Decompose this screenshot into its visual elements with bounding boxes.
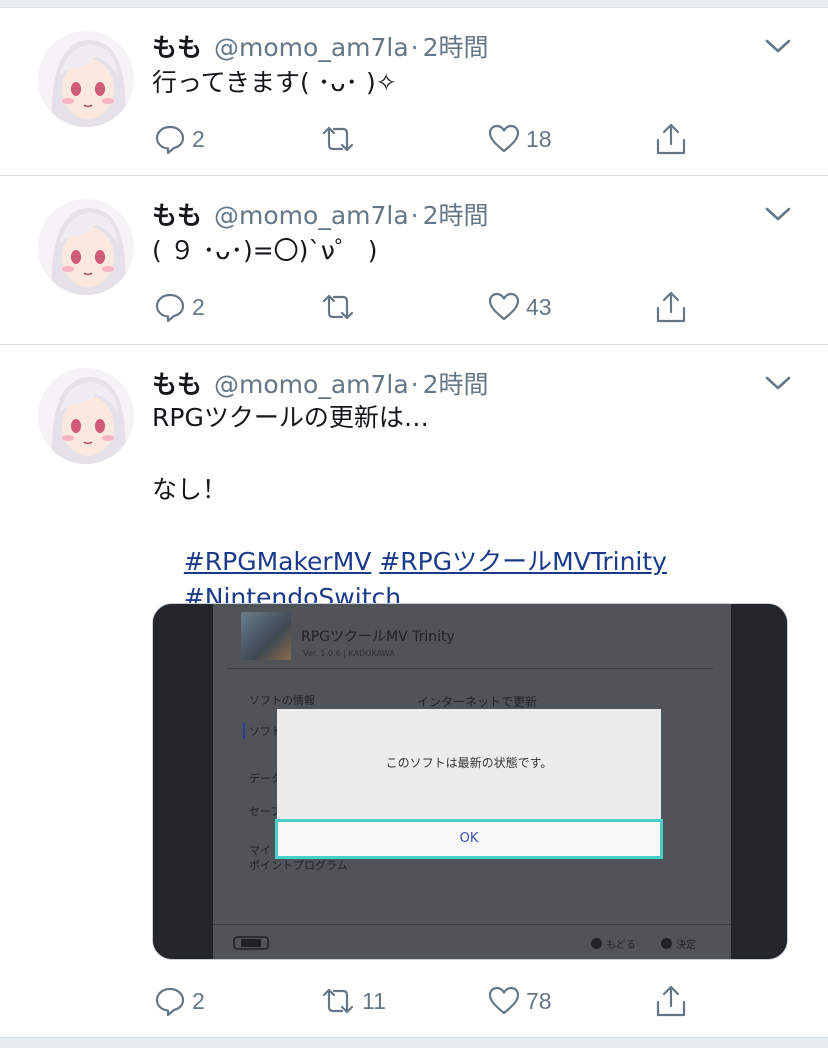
media-menu-item: ソフトの情報 bbox=[249, 694, 315, 707]
timestamp[interactable]: 2時間 bbox=[423, 365, 489, 401]
reply-count: 2 bbox=[192, 987, 205, 1014]
tweet-header: もも @momo_am7la · 2時間 bbox=[152, 28, 489, 62]
like-button[interactable]: 43 bbox=[488, 287, 552, 327]
tweet-media-image[interactable]: RPGツクールMV Trinity Ver. 1.0.6 | KADOKAWA … bbox=[152, 603, 788, 960]
media-footer-divider bbox=[213, 924, 731, 925]
separator-dot: · bbox=[410, 33, 419, 62]
retweet-button[interactable] bbox=[320, 119, 362, 159]
heart-icon bbox=[488, 292, 520, 321]
like-count: 43 bbox=[526, 293, 552, 320]
timestamp[interactable]: 2時間 bbox=[423, 28, 489, 64]
media-settings-panel: RPGツクールMV Trinity Ver. 1.0.6 | KADOKAWA … bbox=[213, 604, 731, 959]
user-handle[interactable]: @momo_am7la bbox=[214, 370, 409, 399]
tweet-2[interactable]: もも @momo_am7la · 2時間 ( ９ ･ᴗ･)=〇)`ν゜ ) 2 … bbox=[0, 177, 828, 345]
media-game-title: RPGツクールMV Trinity bbox=[301, 629, 455, 645]
like-count: 78 bbox=[526, 987, 552, 1014]
retweet-count: 11 bbox=[362, 987, 386, 1014]
retweet-icon bbox=[322, 294, 354, 320]
chevron-down-icon[interactable] bbox=[764, 204, 792, 224]
reply-button[interactable]: 2 bbox=[154, 981, 205, 1021]
retweet-button[interactable]: 11 bbox=[320, 981, 386, 1021]
heart-icon bbox=[488, 124, 520, 153]
a-button-icon bbox=[661, 938, 672, 949]
share-button[interactable] bbox=[654, 287, 688, 327]
media-footer-back-label: もどる bbox=[606, 940, 636, 951]
timestamp[interactable]: 2時間 bbox=[423, 196, 489, 232]
chevron-down-icon[interactable] bbox=[764, 36, 792, 56]
console-icon bbox=[233, 936, 269, 950]
b-button-icon bbox=[591, 938, 602, 949]
tweet-actions: 2 43 bbox=[0, 287, 828, 327]
user-handle[interactable]: @momo_am7la bbox=[214, 201, 409, 230]
reply-count: 2 bbox=[192, 293, 205, 320]
media-dialog-ok-button: OK bbox=[275, 819, 663, 859]
separator-dot: · bbox=[410, 201, 419, 230]
reply-icon bbox=[155, 125, 185, 155]
avatar[interactable] bbox=[38, 368, 134, 464]
avatar-image bbox=[38, 368, 134, 464]
retweet-button[interactable] bbox=[320, 287, 362, 327]
tweet-actions: 2 11 78 bbox=[0, 981, 828, 1021]
media-footer-ok-label: 決定 bbox=[676, 940, 696, 951]
tweet-header: もも @momo_am7la · 2時間 bbox=[152, 365, 489, 399]
tweet-1[interactable]: もも @momo_am7la · 2時間 行ってきます( ･ᴗ･ )✧ 2 18 bbox=[0, 9, 828, 176]
media-dark-margin-left bbox=[153, 604, 213, 959]
tweet-text-line-2: なし！ bbox=[152, 475, 228, 504]
heart-icon bbox=[488, 986, 520, 1015]
display-name[interactable]: もも bbox=[152, 365, 202, 401]
tweet-text: 行ってきます( ･ᴗ･ )✧ bbox=[152, 68, 397, 97]
media-section-heading: インターネットで更新 bbox=[417, 695, 538, 709]
share-button[interactable] bbox=[654, 119, 688, 159]
media-divider bbox=[227, 668, 713, 669]
avatar-image bbox=[38, 199, 134, 295]
game-icon bbox=[241, 612, 291, 660]
media-dialog: このソフトは最新の状態です。 OK bbox=[275, 709, 663, 861]
share-button[interactable] bbox=[654, 981, 688, 1021]
retweet-icon bbox=[322, 988, 354, 1014]
media-menu-item: マイ bbox=[249, 844, 271, 857]
media-footer-back: もどる bbox=[591, 936, 636, 951]
avatar[interactable] bbox=[38, 31, 134, 127]
display-name[interactable]: もも bbox=[152, 196, 202, 232]
hashtag-link[interactable]: #RPGツクールMVTrinity bbox=[379, 547, 667, 576]
share-icon bbox=[656, 123, 686, 155]
share-icon bbox=[656, 985, 686, 1017]
media-dark-margin-right bbox=[729, 604, 787, 959]
chevron-down-icon[interactable] bbox=[764, 373, 792, 393]
top-divider-strip bbox=[0, 0, 828, 8]
bottom-divider-strip bbox=[0, 1037, 828, 1048]
avatar[interactable] bbox=[38, 199, 134, 295]
display-name[interactable]: もも bbox=[152, 28, 202, 64]
separator-dot: · bbox=[410, 370, 419, 399]
reply-button[interactable]: 2 bbox=[154, 119, 205, 159]
reply-icon bbox=[155, 987, 185, 1017]
tweet-header: もも @momo_am7la · 2時間 bbox=[152, 196, 489, 230]
user-handle[interactable]: @momo_am7la bbox=[214, 33, 409, 62]
reply-button[interactable]: 2 bbox=[154, 287, 205, 327]
media-game-subtitle: Ver. 1.0.6 | KADOKAWA bbox=[303, 649, 395, 658]
reply-icon bbox=[155, 293, 185, 323]
avatar-image bbox=[38, 31, 134, 127]
share-icon bbox=[656, 291, 686, 323]
like-count: 18 bbox=[526, 125, 552, 152]
media-footer-ok: 決定 bbox=[661, 936, 696, 951]
like-button[interactable]: 78 bbox=[488, 981, 552, 1021]
retweet-icon bbox=[322, 126, 354, 152]
like-button[interactable]: 18 bbox=[488, 119, 552, 159]
media-dialog-message: このソフトは最新の状態です。 bbox=[385, 756, 553, 770]
tweet-actions: 2 18 bbox=[0, 119, 828, 159]
reply-count: 2 bbox=[192, 125, 205, 152]
media-dialog-body: このソフトは最新の状態です。 bbox=[277, 709, 661, 819]
tweet-text: ( ９ ･ᴗ･)=〇)`ν゜ ) bbox=[152, 236, 378, 265]
tweet-text-line-1: RPGツクールの更新は… bbox=[152, 403, 429, 432]
